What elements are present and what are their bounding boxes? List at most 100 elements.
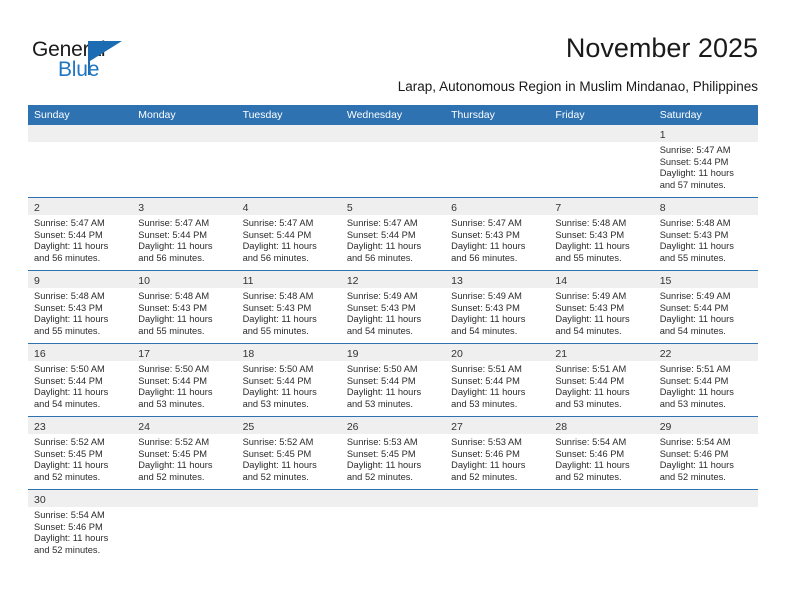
calendar-day-cell[interactable]: 30 Sunrise: 5:54 AM Sunset: 5:46 PM Dayligh… <box>28 490 133 562</box>
day-number: 2 <box>34 202 40 214</box>
calendar-day-cell[interactable]: 23 Sunrise: 5:52 AM Sunset: 5:45 PM Dayligh… <box>28 417 133 489</box>
sunrise-text: Sunrise: 5:48 AM <box>659 218 731 228</box>
calendar-day-cell[interactable]: 27 Sunrise: 5:53 AM Sunset: 5:46 PM Dayligh… <box>445 417 550 489</box>
day-number: 11 <box>242 275 254 287</box>
day-number-band: 4 <box>236 198 341 215</box>
calendar-day-cell-empty <box>28 125 133 197</box>
day-number: 7 <box>555 202 562 214</box>
calendar-day-cell[interactable]: 22 Sunrise: 5:51 AM Sunset: 5:44 PM Dayligh… <box>653 344 758 416</box>
day-number: 4 <box>242 202 249 214</box>
calendar-day-cell-empty <box>549 490 654 562</box>
daylight-text-line1: Daylight: 11 hours <box>659 460 734 471</box>
calendar-day-cell[interactable]: 10 Sunrise: 5:48 AM Sunset: 5:43 PM Dayligh… <box>132 271 237 343</box>
weekday-header-thursday: Thursday <box>451 109 495 121</box>
day-number-band: 10 <box>132 271 237 288</box>
daylight-text-line2: and 53 minutes. <box>138 398 205 409</box>
calendar-day-cell[interactable]: 19 Sunrise: 5:50 AM Sunset: 5:44 PM Dayligh… <box>340 344 446 416</box>
daylight-text-line1: Daylight: 11 hours <box>659 387 734 398</box>
calendar-day-cell[interactable]: 21 Sunrise: 5:51 AM Sunset: 5:44 PM Dayligh… <box>549 344 654 416</box>
sunset-text: Sunset: 5:45 PM <box>34 448 103 459</box>
calendar-day-cell[interactable]: 13 Sunrise: 5:49 AM Sunset: 5:43 PM Dayligh… <box>445 271 550 343</box>
calendar-day-cell[interactable]: 6 Sunrise: 5:47 AM Sunset: 5:43 PM Daylight… <box>445 198 550 270</box>
calendar-week-row: 1 Sunrise: 5:47 AM Sunset: 5:44 PM Daylight… <box>28 125 758 198</box>
sunrise-text: Sunrise: 5:48 AM <box>242 291 314 301</box>
day-details: Sunrise: 5:51 AM Sunset: 5:44 PM Daylight:… <box>445 361 549 414</box>
daylight-text-line1: Daylight: 11 hours <box>451 460 526 471</box>
calendar-day-cell[interactable]: 24 Sunrise: 5:52 AM Sunset: 5:45 PM Dayligh… <box>132 417 237 489</box>
calendar-grid: Sunday Monday Tuesday Wednesday Thursday… <box>28 105 758 562</box>
calendar-day-cell[interactable]: 4 Sunrise: 5:47 AM Sunset: 5:44 PM Daylight… <box>236 198 341 270</box>
day-details <box>445 142 549 149</box>
sunset-text: Sunset: 5:45 PM <box>346 448 416 459</box>
calendar-day-cell[interactable]: 8 Sunrise: 5:48 AM Sunset: 5:43 PM Daylight… <box>653 198 758 270</box>
calendar-week-row: 30 Sunrise: 5:54 AM Sunset: 5:46 PM Dayligh… <box>28 490 758 562</box>
calendar-day-cell[interactable]: 26 Sunrise: 5:53 AM Sunset: 5:45 PM Dayligh… <box>340 417 446 489</box>
calendar-day-cell[interactable]: 16 Sunrise: 5:50 AM Sunset: 5:44 PM Dayligh… <box>28 344 133 416</box>
calendar-day-cell[interactable]: 18 Sunrise: 5:50 AM Sunset: 5:44 PM Dayligh… <box>236 344 341 416</box>
day-number: 9 <box>34 275 40 287</box>
calendar-day-cell[interactable]: 9 Sunrise: 5:48 AM Sunset: 5:43 PM Daylight… <box>28 271 133 343</box>
calendar-day-cell[interactable]: 25 Sunrise: 5:52 AM Sunset: 5:45 PM Dayligh… <box>236 417 341 489</box>
page-title: November 2025 <box>565 33 758 63</box>
sunrise-text: Sunrise: 5:49 AM <box>451 291 522 301</box>
calendar-week-row: 16 Sunrise: 5:50 AM Sunset: 5:44 PM Dayligh… <box>28 344 758 417</box>
day-details: Sunrise: 5:47 AM Sunset: 5:44 PM Daylight:… <box>237 215 341 268</box>
daylight-text-line1: Daylight: 11 hours <box>138 314 213 325</box>
weekday-header-wednesday: Wednesday <box>346 109 403 121</box>
weekday-header-tuesday: Tuesday <box>242 109 283 121</box>
day-details: Sunrise: 5:47 AM Sunset: 5:44 PM Daylight:… <box>341 215 445 268</box>
calendar-day-cell[interactable]: 14 Sunrise: 5:49 AM Sunset: 5:43 PM Dayligh… <box>549 271 654 343</box>
daylight-text-line1: Daylight: 11 hours <box>659 241 734 252</box>
day-number-band: 19 <box>340 344 446 361</box>
calendar-day-cell[interactable]: 29 Sunrise: 5:54 AM Sunset: 5:46 PM Dayligh… <box>653 417 758 489</box>
day-number-band <box>653 490 758 507</box>
sunrise-text: Sunrise: 5:52 AM <box>242 437 314 447</box>
calendar-day-cell[interactable]: 5 Sunrise: 5:47 AM Sunset: 5:44 PM Daylight… <box>340 198 446 270</box>
calendar-day-cell[interactable]: 20 Sunrise: 5:51 AM Sunset: 5:44 PM Dayligh… <box>445 344 550 416</box>
daylight-text-line2: and 55 minutes. <box>242 325 309 336</box>
day-number-band: 20 <box>445 344 550 361</box>
day-number: 20 <box>451 348 463 360</box>
day-number-band: 22 <box>653 344 758 361</box>
daylight-text-line1: Daylight: 11 hours <box>451 241 526 252</box>
calendar-day-cell[interactable]: 7 Sunrise: 5:48 AM Sunset: 5:43 PM Daylight… <box>549 198 654 270</box>
daylight-text-line2: and 54 minutes. <box>555 325 622 336</box>
calendar-day-cell[interactable]: 15 Sunrise: 5:49 AM Sunset: 5:44 PM Dayligh… <box>653 271 758 343</box>
day-number-band <box>445 125 550 142</box>
sunrise-text: Sunrise: 5:50 AM <box>138 364 210 374</box>
sunrise-text: Sunrise: 5:50 AM <box>346 364 418 374</box>
day-details: Sunrise: 5:53 AM Sunset: 5:45 PM Daylight:… <box>341 434 445 487</box>
day-details: Sunrise: 5:51 AM Sunset: 5:44 PM Daylight:… <box>654 361 758 414</box>
daylight-text-line1: Daylight: 11 hours <box>138 387 213 398</box>
day-number-band: 26 <box>340 417 446 434</box>
sunrise-text: Sunrise: 5:47 AM <box>34 218 105 228</box>
day-number: 12 <box>346 275 359 287</box>
day-details: Sunrise: 5:54 AM Sunset: 5:46 PM Daylight:… <box>549 434 653 487</box>
calendar-day-cell[interactable]: 28 Sunrise: 5:54 AM Sunset: 5:46 PM Dayligh… <box>549 417 654 489</box>
calendar-day-cell[interactable]: 2 Sunrise: 5:47 AM Sunset: 5:44 PM Daylight… <box>28 198 133 270</box>
daylight-text-line2: and 56 minutes. <box>346 252 413 263</box>
day-number: 19 <box>346 348 359 360</box>
sunrise-text: Sunrise: 5:47 AM <box>451 218 522 228</box>
day-details <box>341 507 445 514</box>
day-number-band: 25 <box>236 417 341 434</box>
sunset-text: Sunset: 5:46 PM <box>451 448 520 459</box>
page-header: General Blue November 2025 Larap, Autono… <box>0 0 792 100</box>
calendar-day-cell[interactable]: 1 Sunrise: 5:47 AM Sunset: 5:44 PM Daylight… <box>653 125 758 197</box>
day-number-band <box>132 490 237 507</box>
day-details <box>549 507 653 514</box>
daylight-text-line2: and 52 minutes. <box>451 471 518 482</box>
daylight-text-line2: and 57 minutes. <box>659 179 726 190</box>
calendar-day-cell[interactable]: 12 Sunrise: 5:49 AM Sunset: 5:43 PM Dayligh… <box>340 271 446 343</box>
calendar-day-cell[interactable]: 3 Sunrise: 5:47 AM Sunset: 5:44 PM Daylight… <box>132 198 237 270</box>
calendar-day-cell[interactable]: 11 Sunrise: 5:48 AM Sunset: 5:43 PM Dayligh… <box>236 271 341 343</box>
day-number-band: 15 <box>653 271 758 288</box>
day-number: 29 <box>659 421 672 433</box>
day-number: 26 <box>346 421 359 433</box>
calendar-day-cell[interactable]: 17 Sunrise: 5:50 AM Sunset: 5:44 PM Dayligh… <box>132 344 237 416</box>
daylight-text-line2: and 56 minutes. <box>138 252 205 263</box>
sunrise-text: Sunrise: 5:50 AM <box>34 364 105 374</box>
day-details: Sunrise: 5:49 AM Sunset: 5:43 PM Daylight:… <box>549 288 653 341</box>
day-number-band <box>28 125 133 142</box>
day-number-band <box>340 125 446 142</box>
